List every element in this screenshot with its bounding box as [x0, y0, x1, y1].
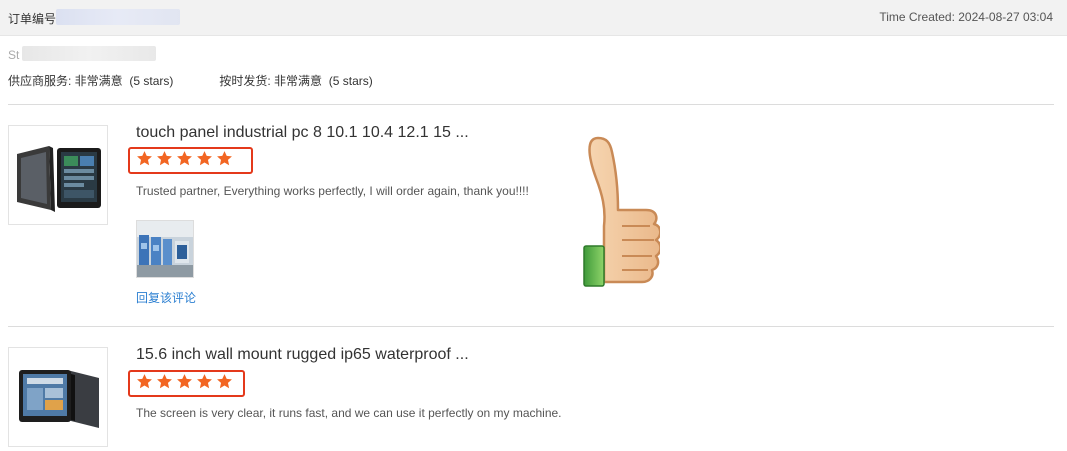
review-text: Trusted partner, Everything works perfec… — [136, 184, 529, 198]
divider — [8, 326, 1054, 327]
factory-photo-image — [137, 221, 193, 277]
on-time-delivery-stars: (5 stars) — [328, 74, 373, 88]
star-icon — [157, 374, 172, 389]
star-rating — [136, 150, 233, 167]
order-header: 订单编号 Time Created: 2024-08-27 03:04 — [0, 0, 1067, 36]
star-icon — [157, 151, 172, 166]
product-title[interactable]: 15.6 inch wall mount rugged ip65 waterpr… — [136, 346, 469, 364]
product-thumbnail[interactable] — [8, 125, 108, 225]
product-thumbnail[interactable] — [8, 347, 108, 447]
seller-ratings: 供应商服务: 非常满意 (5 stars) 按时发货: 非常满意 (5 stars… — [8, 72, 373, 89]
star-icon — [197, 374, 212, 389]
store-name-redacted — [22, 46, 156, 61]
rating-highlight — [128, 147, 253, 174]
product-title[interactable]: touch panel industrial pc 8 10.1 10.4 12… — [136, 124, 469, 142]
supplier-service-label: 供应商服务: — [8, 74, 75, 88]
review-photo[interactable] — [136, 220, 194, 278]
star-icon — [177, 374, 192, 389]
star-icon — [217, 374, 232, 389]
reply-link[interactable]: 回复该评论 — [136, 289, 196, 306]
star-rating — [136, 373, 233, 390]
panel-pc-image — [19, 370, 99, 428]
order-number-label: 订单编号 — [8, 12, 57, 26]
star-icon — [137, 151, 152, 166]
rating-highlight — [128, 370, 245, 397]
on-time-delivery-value: 非常满意 — [274, 74, 323, 88]
star-icon — [177, 151, 192, 166]
on-time-delivery-label: 按时发货: — [219, 74, 275, 88]
star-icon — [137, 374, 152, 389]
order-number-redacted — [56, 9, 180, 25]
divider — [8, 104, 1054, 105]
thumbs-up-icon — [583, 136, 660, 287]
supplier-service-stars: (5 stars) — [129, 74, 174, 88]
star-icon — [197, 151, 212, 166]
star-icon — [217, 151, 232, 166]
supplier-service-value: 非常满意 — [74, 74, 123, 88]
panel-pc-image — [17, 146, 101, 212]
store-name: St — [8, 48, 20, 62]
review-text: The screen is very clear, it runs fast, … — [136, 406, 562, 420]
time-created: Time Created: 2024-08-27 03:04 — [879, 10, 1053, 24]
